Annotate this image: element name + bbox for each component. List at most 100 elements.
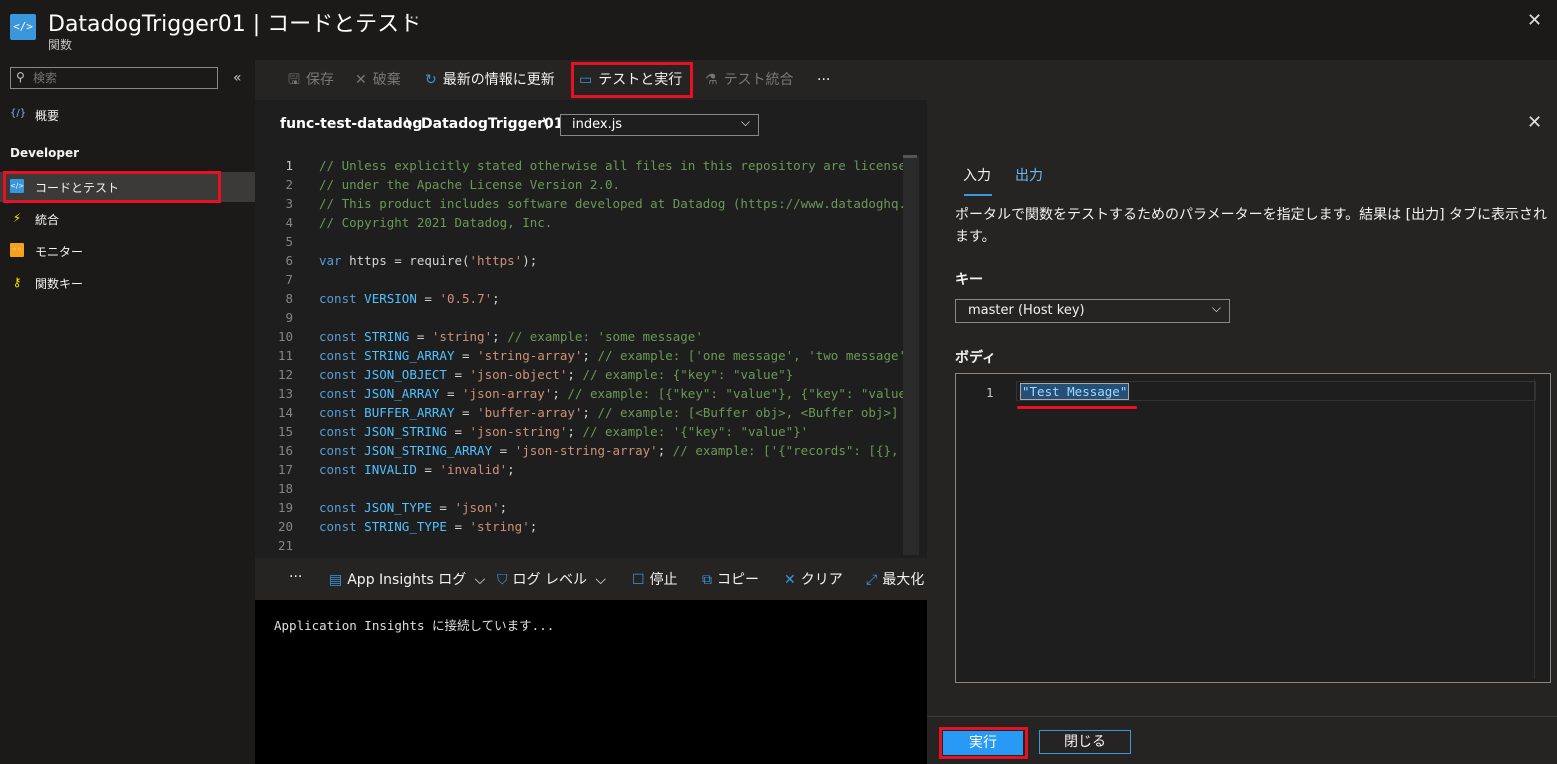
code-line: 3 // This product includes software devel… — [255, 196, 927, 215]
clear-button[interactable]: ✕ クリア — [784, 569, 843, 589]
chevron-down-icon: ⌵ — [595, 572, 607, 588]
breadcrumb-app[interactable]: func-test-datadog — [280, 116, 422, 132]
sidebar-search-input[interactable] — [33, 69, 213, 87]
code-text: const INVALID = 'invalid'; — [319, 462, 515, 477]
sidebar-item-monitor[interactable]: ◦◦ モニター — [0, 236, 255, 266]
key-label: キー — [955, 272, 983, 288]
code-token: 'buffer-array' — [477, 405, 583, 420]
code-line: 12 const JSON_OBJECT = 'json-object'; // … — [255, 367, 927, 386]
maximize-icon: ⤢ — [866, 572, 878, 588]
code-line: 10 const STRING = 'string'; // example: '… — [255, 329, 927, 348]
refresh-button[interactable]: ↻ 最新の情報に更新 — [425, 60, 555, 100]
line-number: 10 — [277, 329, 293, 344]
tab-output[interactable]: 出力 — [1015, 165, 1043, 185]
code-token: // Copyright 2021 Datadog, Inc. — [319, 215, 553, 230]
code-token: const — [319, 443, 357, 458]
file-select[interactable]: index.js ⌵ — [560, 114, 759, 136]
code-text: // Unless explicitly stated otherwise al… — [319, 158, 906, 173]
tab-input[interactable]: 入力 — [963, 165, 991, 185]
code-line: 21 — [255, 538, 927, 557]
sidebar-item-integration[interactable]: ⚡ 統合 — [0, 204, 255, 234]
code-token: 'json-string' — [469, 424, 568, 439]
code-text: const STRING = 'string'; // example: 'so… — [319, 329, 703, 344]
code-token: STRING_ARRAY — [356, 348, 455, 363]
line-number: 21 — [277, 538, 293, 553]
code-token: = — [454, 348, 478, 363]
code-token: // Unless explicitly stated otherwise al… — [319, 158, 906, 173]
page-subtitle: 関数 — [48, 38, 73, 52]
line-number: 14 — [277, 405, 293, 420]
key-select[interactable]: master (Host key) ⌵ — [955, 299, 1230, 323]
save-icon: 🖫 — [288, 72, 300, 88]
sidebar-item-overview[interactable]: {/} 概要 — [0, 100, 255, 130]
line-number: 1 — [285, 158, 293, 173]
code-token: 'json-object' — [469, 367, 568, 382]
tab-active-indicator — [964, 194, 992, 196]
code-token: ; — [657, 443, 673, 458]
code-token: 'json-array' — [462, 386, 553, 401]
sidebar-search[interactable]: ⚲ — [10, 67, 218, 89]
console-message: Application Insights に接続しています... — [274, 618, 555, 633]
code-text: const STRING_ARRAY = 'string-array'; // … — [319, 348, 906, 363]
code-token: JSON_STRING — [356, 424, 447, 439]
code-line: 19 const JSON_TYPE = 'json'; — [255, 500, 927, 519]
line-number: 9 — [285, 310, 293, 325]
collapse-sidebar-icon[interactable]: « — [233, 70, 242, 86]
discard-button[interactable]: ✕ 破棄 — [355, 60, 401, 100]
code-token: ); — [522, 253, 538, 268]
code-line: 6 var https = require('https'); — [255, 253, 927, 272]
app-insights-log-dropdown[interactable]: ▤ App Insights ログ ⌵ — [329, 569, 485, 589]
close-blade-icon[interactable]: ✕ — [1527, 10, 1542, 31]
maximize-button[interactable]: ⤢ 最大化 — [866, 569, 927, 589]
sidebar-item-function-keys[interactable]: ⚷ 関数キー — [0, 268, 255, 298]
log-toolbar: ··· ▤ App Insights ログ ⌵ ⛉ ログ レベル ⌵ ☐ 停止 ⧉ コピ… — [255, 558, 927, 600]
code-token: const — [319, 462, 357, 477]
code-text: const JSON_TYPE = 'json'; — [319, 500, 507, 515]
line-number: 15 — [277, 424, 293, 439]
code-token: = — [492, 443, 515, 458]
close-panel-icon[interactable]: ✕ — [1527, 112, 1542, 133]
code-token: = — [439, 386, 463, 401]
file-select-value: index.js — [572, 117, 623, 132]
copy-button[interactable]: ⧉ コピー — [702, 569, 759, 589]
log-more-icon[interactable]: ··· — [289, 569, 302, 585]
line-number: 3 — [285, 196, 293, 211]
code-line: 5 — [255, 234, 927, 253]
more-options-icon[interactable]: ··· — [404, 8, 419, 27]
code-line: 15 const JSON_STRING = 'json-string'; // … — [255, 424, 927, 443]
code-token: ; — [507, 462, 515, 477]
search-icon: ⚲ — [16, 70, 25, 84]
stop-button[interactable]: ☐ 停止 — [632, 569, 678, 589]
test-integration-button[interactable]: ⚗ テスト統合 — [705, 60, 794, 100]
code-line: 9 — [255, 310, 927, 329]
highlight-box — [3, 171, 221, 203]
sidebar-item-label: 関数キー — [35, 277, 84, 291]
code-editor[interactable]: 1 // Unless explicitly stated otherwise a… — [255, 148, 927, 558]
line-number: 12 — [277, 367, 293, 382]
body-editor[interactable]: 1 "Test Message" — [955, 373, 1551, 683]
code-token: ; — [582, 405, 598, 420]
code-text: const JSON_STRING = 'json-string'; // ex… — [319, 424, 808, 439]
code-token: ; — [552, 386, 568, 401]
code-scrollbar[interactable] — [903, 155, 919, 555]
code-text: const JSON_ARRAY = 'json-array'; // exam… — [319, 386, 906, 401]
code-token: 'invalid' — [439, 462, 508, 477]
toolbar-more-icon[interactable]: ··· — [817, 60, 830, 100]
line-number: 4 — [285, 215, 293, 230]
copy-icon: ⧉ — [702, 572, 712, 588]
code-token: = — [446, 519, 470, 534]
code-token: ; — [492, 291, 500, 306]
code-token: 'string-array' — [477, 348, 583, 363]
close-button[interactable]: 閉じる — [1039, 730, 1131, 754]
body-scrollbar[interactable] — [1534, 379, 1549, 679]
chevron-down-icon: ⌵ — [1211, 301, 1221, 315]
save-button[interactable]: 🖫 保存 — [288, 60, 334, 100]
code-token: = — [431, 500, 455, 515]
code-token: // under the Apache License Version 2.0. — [319, 177, 621, 192]
code-text: const STRING_TYPE = 'string'; — [319, 519, 537, 534]
sidebar-item-label: 統合 — [35, 213, 60, 227]
line-number: 6 — [285, 253, 293, 268]
code-line: 11 const STRING_ARRAY = 'string-array'; /… — [255, 348, 927, 367]
footer-divider — [927, 716, 1557, 717]
log-level-dropdown[interactable]: ⛉ ログ レベル ⌵ — [497, 569, 606, 589]
